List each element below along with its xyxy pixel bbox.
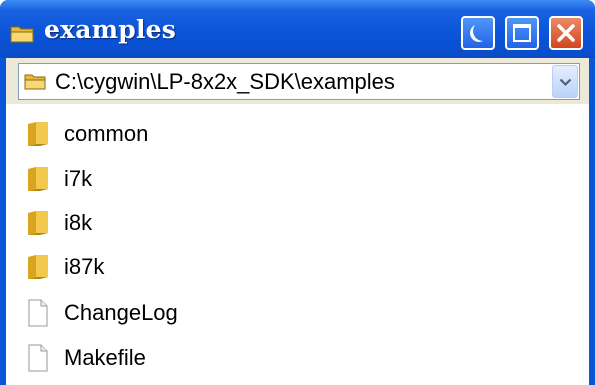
folder-icon [28,211,48,235]
file-list: common i7k i8k i87k ChangeLog Makefile [6,104,589,385]
file-icon [28,299,48,327]
folder-icon [24,74,46,90]
folder-icon [28,122,48,146]
title-bar[interactable]: examples [0,0,595,58]
item-label: i8k [64,210,93,235]
address-path[interactable]: C:\cygwin\LP-8x2x_SDK\examples [55,69,395,95]
chevron-down-icon [559,78,572,87]
maximize-icon [513,24,531,42]
item-label: i87k [64,254,105,279]
item-label: common [64,121,149,146]
folder-icon [28,167,48,191]
address-bar: C:\cygwin\LP-8x2x_SDK\examples [6,58,589,104]
address-dropdown-button[interactable] [552,65,578,98]
item-label: Makefile [64,345,146,370]
file-icon [28,344,48,372]
address-combobox[interactable]: C:\cygwin\LP-8x2x_SDK\examples [18,63,580,100]
folder-icon [28,255,48,279]
explorer-window: examples C:\cygwin\LP-8x2x_SDK\examples … [0,0,595,385]
window-title: examples [44,15,177,44]
maximize-button[interactable] [505,16,539,50]
item-label: i7k [64,166,93,191]
folder-icon [10,26,34,43]
minimize-icon [470,25,483,42]
minimize-button[interactable] [461,16,495,50]
close-button[interactable] [549,16,583,50]
close-icon [557,24,575,42]
window-client-area: C:\cygwin\LP-8x2x_SDK\examples common i7… [6,58,589,385]
item-label: ChangeLog [64,300,178,325]
